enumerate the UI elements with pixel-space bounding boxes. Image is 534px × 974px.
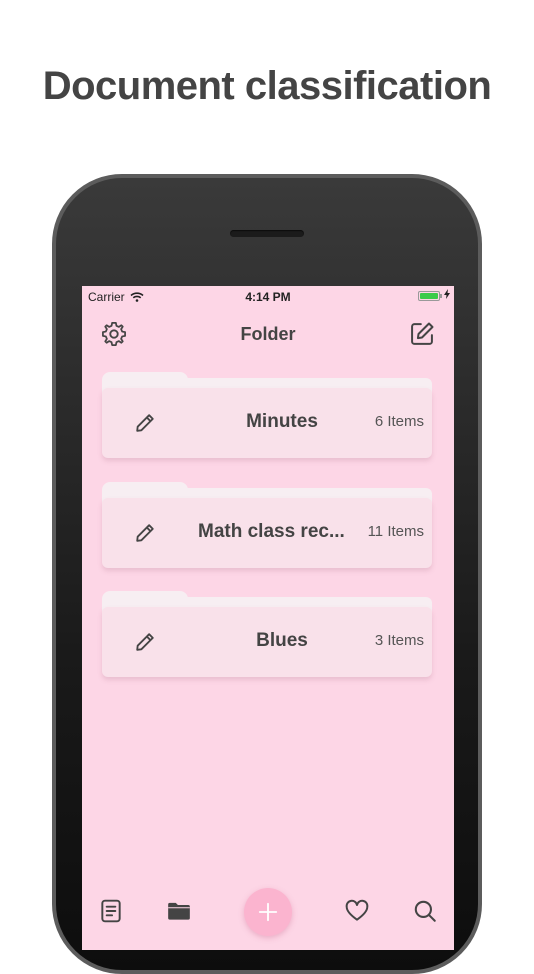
folder-front: Blues 3 Items (102, 607, 432, 677)
tab-folders[interactable] (166, 898, 192, 924)
battery-level (420, 293, 438, 299)
folder-item-count: 6 Items (370, 413, 424, 430)
charging-icon (444, 289, 450, 299)
heart-icon (345, 899, 369, 921)
tab-search[interactable] (412, 898, 438, 924)
edit-folder-button[interactable] (134, 412, 156, 434)
pencil-icon (136, 633, 154, 651)
folder-item-count: 11 Items (363, 523, 424, 540)
document-icon (101, 899, 121, 923)
folder-icon (168, 902, 190, 920)
page-title: Folder (240, 324, 296, 344)
folder-name: Minutes (246, 411, 318, 432)
folder-card[interactable]: Math class rec... 11 Items (102, 482, 432, 572)
folder-card[interactable]: Blues 3 Items (102, 591, 432, 681)
tab-bar (82, 882, 454, 950)
search-icon (414, 900, 436, 922)
folder-front: Math class rec... 11 Items (102, 498, 432, 568)
folder-name: Math class rec... (198, 521, 345, 542)
phone-speaker (230, 230, 304, 237)
tab-favorites[interactable] (344, 898, 370, 924)
app-screen: Carrier 4:14 PM Folder Minutes 6 Items M… (82, 286, 454, 950)
compose-icon (411, 322, 434, 345)
status-time: 4:14 PM (245, 290, 291, 304)
plus-icon (258, 902, 278, 922)
folder-front: Minutes 6 Items (102, 388, 432, 458)
nav-bar: Folder (82, 316, 454, 352)
battery-icon (418, 291, 442, 301)
tab-notes[interactable] (98, 898, 124, 924)
folder-item-count: 3 Items (370, 632, 424, 649)
status-bar: Carrier 4:14 PM (82, 286, 454, 308)
pencil-icon (136, 414, 154, 432)
page-headline: Document classification (42, 64, 492, 108)
compose-button[interactable] (408, 320, 436, 348)
pencil-icon (136, 524, 154, 542)
folder-card[interactable]: Minutes 6 Items (102, 372, 432, 462)
edit-folder-button[interactable] (134, 631, 156, 653)
folder-name: Blues (256, 630, 308, 651)
add-button[interactable] (244, 888, 292, 936)
edit-folder-button[interactable] (134, 522, 156, 544)
